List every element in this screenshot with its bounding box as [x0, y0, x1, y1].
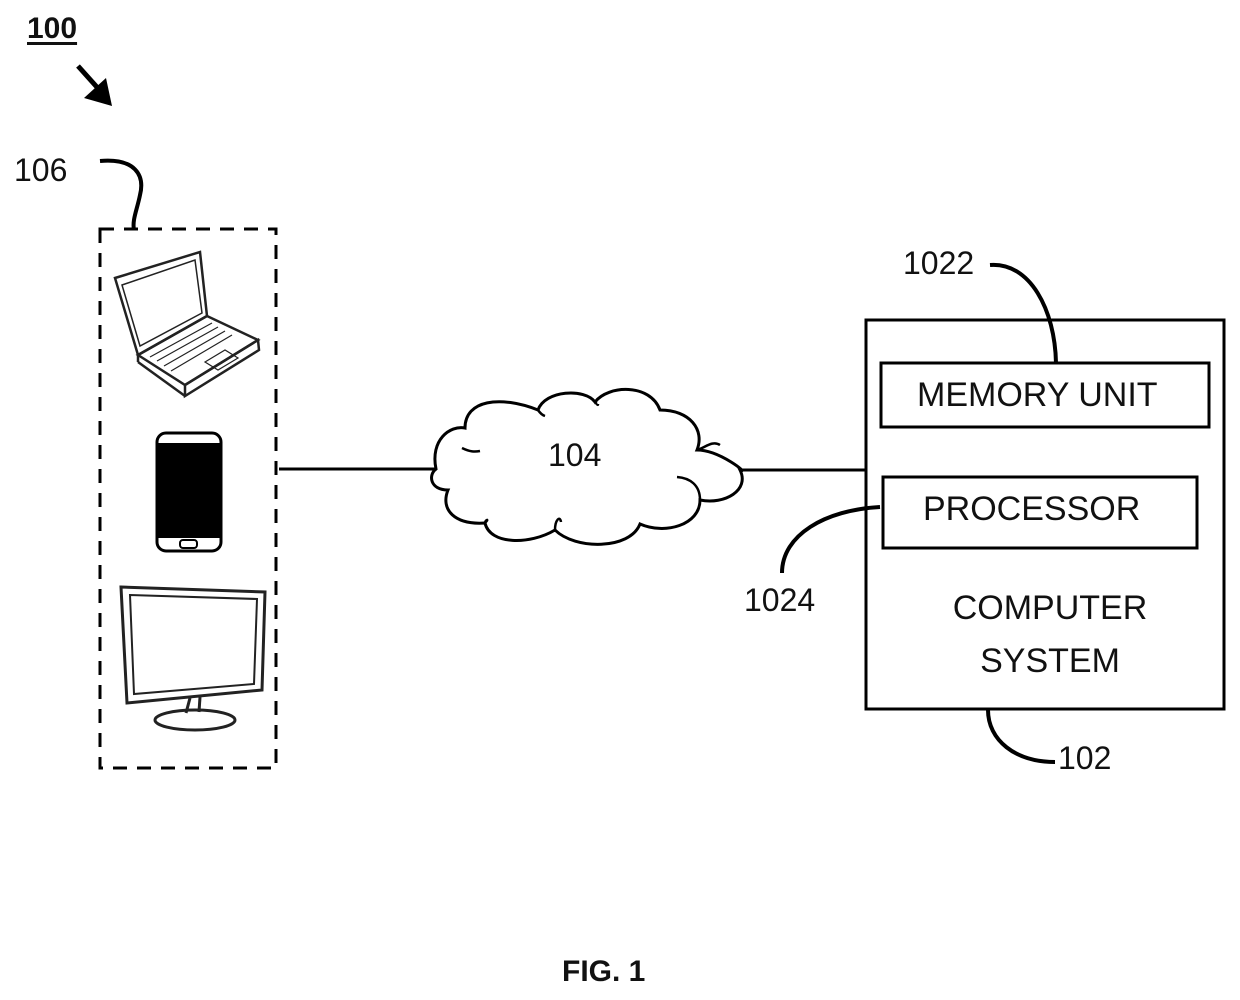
- computer-system-label-line2: SYSTEM: [980, 642, 1120, 680]
- computer-system-label: COMPUTER SYSTEM: [920, 582, 1180, 688]
- computer-system-label-line1: COMPUTER: [952, 589, 1148, 627]
- memory-unit-label: MEMORY UNIT: [917, 376, 1158, 414]
- leader-line-102: [986, 709, 1056, 764]
- memory-unit-reference-number: 1022: [903, 245, 975, 281]
- reference-arrow-icon: [76, 64, 112, 106]
- devices-reference-number: 106: [14, 152, 68, 188]
- smartphone-icon: [155, 431, 223, 553]
- system-reference-number: 100: [27, 12, 78, 45]
- figure-caption: FIG. 1: [562, 955, 646, 988]
- network-reference-number: 104: [548, 437, 602, 473]
- processor-reference-number: 1024: [744, 582, 816, 618]
- computer-system-reference-number: 102: [1058, 740, 1112, 776]
- monitor-icon: [119, 585, 267, 732]
- processor-label: PROCESSOR: [923, 490, 1141, 528]
- laptop-icon: [113, 250, 261, 399]
- leader-line-106: [99, 158, 144, 231]
